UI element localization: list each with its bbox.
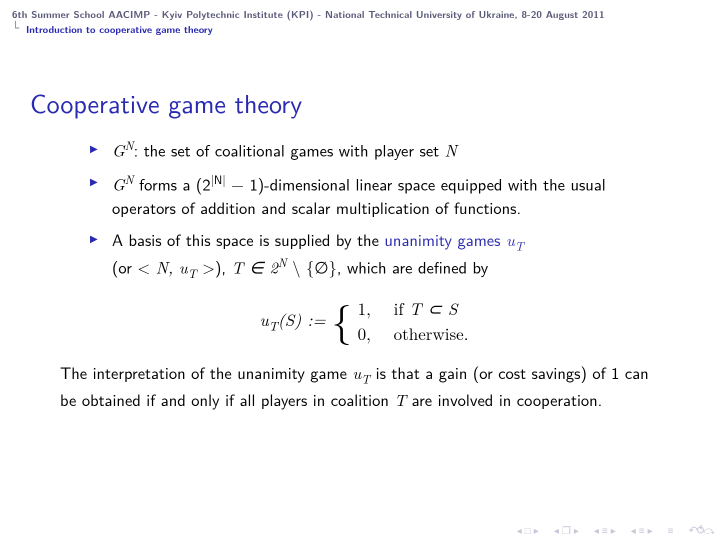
breadcrumb: └Introduction to cooperative game theory: [12, 23, 716, 36]
nav-frame[interactable]: ◂ ≡ ▸: [631, 526, 653, 537]
section-icon: ❐: [562, 526, 571, 537]
bullet-list: GN: the set of coalitional games with pl…: [60, 138, 668, 282]
prev-frame-icon[interactable]: ◂: [631, 526, 636, 537]
slide-header: 6th Summer School AACIMP - Kyiv Polytech…: [0, 0, 728, 38]
back-icon[interactable]: ≡: [668, 526, 674, 537]
nav-section[interactable]: ◂ ❐ ▸: [554, 526, 579, 537]
next-slide-icon[interactable]: ▸: [534, 526, 539, 537]
bullet-1: GN: the set of coalitional games with pl…: [90, 138, 668, 163]
conference-line: 6th Summer School AACIMP - Kyiv Polytech…: [12, 8, 716, 21]
nav-slide[interactable]: ◂ □ ▸: [517, 526, 539, 537]
next-sub-icon[interactable]: ▸: [611, 526, 616, 537]
brace-icon: {: [332, 303, 352, 335]
tree-icon: └: [12, 22, 26, 34]
bullet-3: A basis of this space is supplied by the…: [90, 228, 668, 282]
frame-icon: ≡: [639, 526, 645, 537]
sub-icon: ≡: [602, 526, 608, 537]
prev-sub-icon[interactable]: ◂: [594, 526, 599, 537]
unanimity-link: unanimity games uT: [384, 228, 523, 252]
formula: uT(S) := { 1, if T ⊂ S 0, otherwise.: [60, 296, 668, 344]
undo-icon[interactable]: ↶⥀⤼: [689, 524, 715, 538]
section-label: Introduction to cooperative game theory: [26, 22, 213, 36]
nav-subsection[interactable]: ◂ ≡ ▸: [594, 526, 616, 537]
bullet-2: GN forms a (2|N| − 1)-dimensional linear…: [90, 171, 668, 220]
page-title: Cooperative game theory: [0, 38, 728, 132]
prev-section-icon[interactable]: ◂: [554, 526, 559, 537]
nav-footer: ◂ □ ▸ ◂ ❐ ▸ ◂ ≡ ▸ ◂ ≡ ▸ ≡ ↶⥀⤼: [517, 524, 714, 538]
prev-slide-icon[interactable]: ◂: [517, 526, 522, 537]
slide-icon: □: [525, 526, 531, 537]
next-section-icon[interactable]: ▸: [574, 526, 579, 537]
content-area: GN: the set of coalitional games with pl…: [0, 132, 728, 412]
interpretation-paragraph: The interpretation of the unanimity game…: [60, 361, 668, 412]
next-frame-icon[interactable]: ▸: [648, 526, 653, 537]
